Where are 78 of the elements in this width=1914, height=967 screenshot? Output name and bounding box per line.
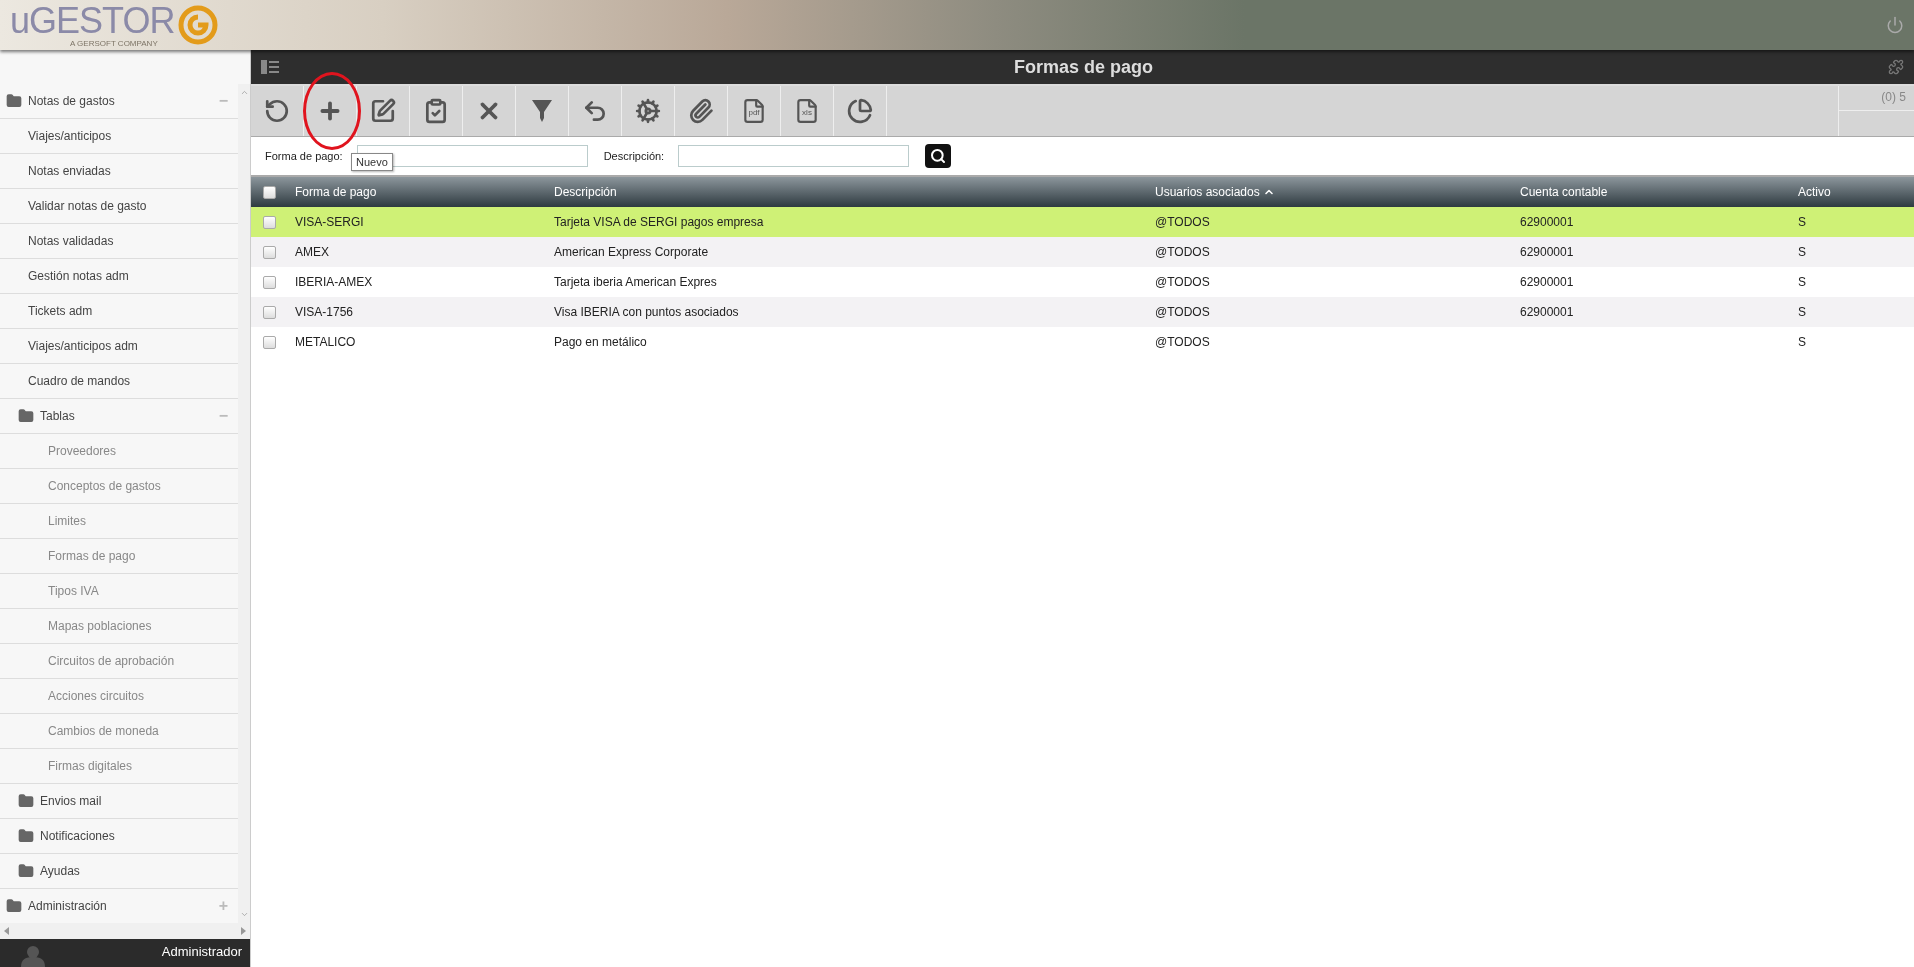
table-cell-text: S <box>1798 335 1807 349</box>
table-cell-text: 62900001 <box>1520 215 1575 229</box>
folder-icon <box>6 93 22 109</box>
scroll-left-icon[interactable] <box>4 927 9 935</box>
avatar-icon <box>20 945 46 967</box>
column-header[interactable]: Descripción <box>554 185 1155 199</box>
row-checkbox[interactable] <box>263 275 276 289</box>
filter-field[interactable] <box>678 145 910 167</box>
folder-icon <box>18 793 34 809</box>
logo: uGESTOR <box>10 2 175 39</box>
table-row[interactable]: VISA-1756 Visa IBERIA con puntos asociados @TODOS 62900001 S <box>251 297 1914 327</box>
folder-item[interactable]: Tablas − <box>0 399 238 434</box>
table-cell-text: Tarjeta VISA de SERGI pagos empresa <box>554 215 765 229</box>
folder-icon <box>18 863 34 879</box>
power-icon[interactable] <box>1886 16 1904 34</box>
tagline: A GERSOFT COMPANY <box>70 38 159 48</box>
settings-icon <box>635 98 661 124</box>
row-checkbox[interactable] <box>263 305 276 319</box>
table-cell-text: 62900001 <box>1520 275 1575 289</box>
puzzle-icon[interactable] <box>1888 59 1904 75</box>
table-cell-text: 62900001 <box>1520 305 1575 319</box>
sidebar-toggle-icon[interactable] <box>261 60 279 74</box>
undo-icon <box>582 98 608 124</box>
table-cell-text: AMEX <box>295 245 330 259</box>
logo-icon <box>178 5 219 45</box>
filter-label: Forma de pago: <box>265 150 343 162</box>
folder-icon <box>18 828 34 844</box>
filter-label: Descripción: <box>603 150 665 162</box>
column-header[interactable]: Activo <box>1798 185 1914 199</box>
column-header[interactable]: Forma de pago <box>295 185 554 199</box>
table-cell-text: @TODOS <box>1155 215 1211 229</box>
table-cell-text: @TODOS <box>1155 275 1211 289</box>
table-cell-text: @TODOS <box>1155 305 1211 319</box>
table-row[interactable]: VISA-SERGI Tarjeta VISA de SERGI pagos empresa @TODOS 62900001 S <box>251 207 1914 237</box>
attach-icon <box>688 98 714 124</box>
row-checkbox[interactable] <box>263 215 276 229</box>
table-cell-text: VISA-SERGI <box>295 215 365 229</box>
table-cell-text: METALICO <box>295 335 357 349</box>
scroll-right-icon[interactable] <box>241 927 246 935</box>
edit-icon <box>370 98 396 124</box>
search-button[interactable] <box>925 144 952 168</box>
user-name: Administrador <box>161 944 242 959</box>
table-cell-text: VISA-1756 <box>295 305 355 319</box>
table-cell-text: S <box>1798 215 1807 229</box>
record-counter: (0) 5 <box>1839 86 1914 111</box>
table-cell-text: @TODOS <box>1155 335 1211 349</box>
tooltip: Nuevo <box>351 153 393 171</box>
folder-item[interactable]: Notificaciones <box>0 819 238 854</box>
scrollbar[interactable] <box>0 923 250 939</box>
table-cell-text: S <box>1798 245 1807 259</box>
funnel-icon <box>530 98 554 124</box>
pie-icon <box>847 98 873 124</box>
row-checkbox[interactable] <box>263 245 276 259</box>
folder-item[interactable]: Envios mail <box>0 784 238 819</box>
table-cell-text: 62900001 <box>1520 245 1575 259</box>
folder-icon <box>18 408 34 424</box>
page-title: Formas de pago <box>1014 56 1153 78</box>
column-header[interactable]: Usuarios asociados <box>1155 185 1520 199</box>
checklist-icon <box>423 98 449 124</box>
folder-item[interactable]: Ayudas <box>0 854 238 889</box>
table-cell-text: Visa IBERIA con puntos asociados <box>554 305 740 319</box>
file-icon: xls <box>794 96 820 126</box>
table-cell-text: @TODOS <box>1155 245 1211 259</box>
select-all-checkbox[interactable] <box>263 185 276 199</box>
column-header[interactable]: Cuenta contable <box>1520 185 1798 199</box>
table-cell-text: Pago en metálico <box>554 335 648 349</box>
row-checkbox[interactable] <box>263 335 276 349</box>
table-cell-text: Tarjeta iberia American Expres <box>554 275 718 289</box>
table-cell-text: IBERIA-AMEX <box>295 275 374 289</box>
table-row[interactable]: AMEX American Express Corporate @TODOS 62900001 S <box>251 237 1914 267</box>
table-cell-text: S <box>1798 305 1807 319</box>
folder-item[interactable]: Notas de gastos − <box>0 84 238 119</box>
table-cell-text: S <box>1798 275 1807 289</box>
refresh-icon <box>264 98 290 124</box>
folder-icon <box>6 898 22 914</box>
file-icon: pdf <box>741 96 767 126</box>
table-cell-text: American Express Corporate <box>554 245 710 259</box>
search-icon <box>930 148 947 164</box>
